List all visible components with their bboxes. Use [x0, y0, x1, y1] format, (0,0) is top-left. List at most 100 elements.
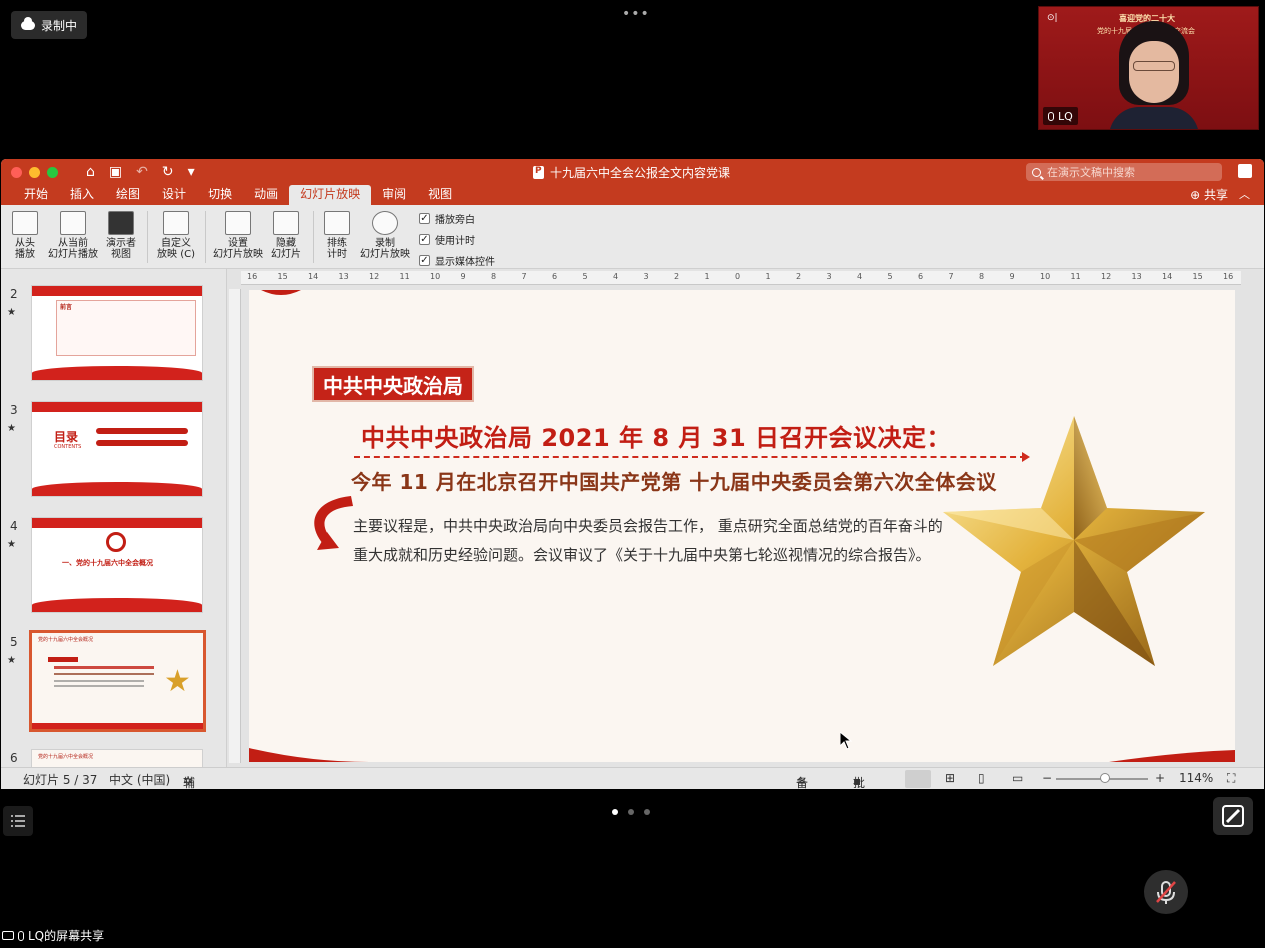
tab-transitions[interactable]: 切换	[197, 185, 243, 205]
slide-tag[interactable]: 中共中央政治局	[312, 366, 474, 402]
hide-slide-button[interactable]: 隐藏 幻灯片	[269, 211, 303, 260]
participants-list-button[interactable]	[3, 806, 33, 836]
ruler-tick-label: 4	[613, 272, 619, 281]
slide-thumbnail-2[interactable]: 前言	[31, 285, 203, 381]
maximize-window-button[interactable]	[47, 166, 58, 178]
recording-label: 录制中	[41, 18, 78, 33]
reading-view-icon[interactable]: ▯	[978, 771, 985, 785]
close-window-button[interactable]	[11, 166, 22, 178]
slide-heading[interactable]: 中共中央政治局 2021 年 8 月 31 日召开会议决定：	[361, 418, 951, 453]
vertical-ruler[interactable]	[229, 289, 241, 763]
slide-show-view-icon[interactable]: ▭	[1012, 771, 1023, 785]
window-title-text: 十九届六中全会公报全文内容党课	[550, 166, 731, 180]
custom-show-icon	[163, 211, 189, 235]
powerpoint-window: ⌂ ▣ ↶ ↻ ▾ 十九届六中全会公报全文内容党课 在演示文稿中搜索 开始 插入…	[1, 159, 1264, 789]
ruler-tick-label: 15	[277, 272, 288, 281]
slide-canvas[interactable]: 中共中央政治局 中共中央政治局 2021 年 8 月 31 日召开会议决定： 今…	[249, 290, 1235, 762]
participant-video[interactable]: ⊙| 喜迎党的二十大 党的十九届六中全会精神交流会 LQ	[1038, 6, 1259, 130]
slide-body-text[interactable]: 主要议程是，中共中央政治局向中央委员会报告工作， 重点研究全面总结党的百年奋斗的…	[353, 512, 953, 570]
window-controls	[11, 166, 58, 178]
annotate-button[interactable]	[1213, 797, 1253, 835]
ruler-tick-label: 12	[1101, 272, 1112, 281]
slide-thumbnail-3[interactable]: 目录 CONTENTS	[31, 401, 203, 497]
collapse-ribbon-icon[interactable]: ︿	[1239, 186, 1250, 202]
checkmark-icon: ✓	[419, 213, 430, 224]
microphone-icon	[1048, 111, 1054, 121]
slide-thumbnail-5[interactable]: 党的十九届六中全会概况 ★	[29, 630, 206, 732]
customize-toolbar-icon[interactable]: ▾	[188, 164, 195, 180]
tab-animations[interactable]: 动画	[243, 185, 289, 205]
slide-thumbnail-4[interactable]: 一、党的十九届六中全会概况	[31, 517, 203, 613]
undo-icon[interactable]: ↶	[136, 164, 148, 180]
animation-star-icon: ★	[7, 307, 16, 318]
animation-star-icon: ★	[7, 539, 16, 550]
horizontal-ruler[interactable]: 16 15 14 13 12 11 10 9 8 7 6 5 4 3 2 1 0 1 2 3 4 5 6 7 8 9 10 11 12 1…	[241, 271, 1241, 285]
slide-thumbnails-pane[interactable]: 2 ★ 前言 3 ★ 目录 CONTENTS 4 ★ 一、党的十九届六中全会概况…	[1, 269, 227, 767]
share-button[interactable]: ⊕ 共享	[1190, 186, 1228, 203]
presenter-view-button[interactable]: 演示者 视图	[103, 211, 139, 260]
slide-count[interactable]: 幻灯片 5 / 37	[23, 771, 97, 788]
page-indicator[interactable]	[612, 809, 650, 815]
dashed-arrow-line	[354, 456, 1026, 458]
thumbnail-title: 一、党的十九届六中全会概况	[62, 559, 153, 567]
ruler-tick-label: 10	[430, 272, 441, 281]
tab-slide-show[interactable]: 幻灯片放映	[289, 185, 372, 205]
from-start-button[interactable]: 从头 播放	[11, 211, 39, 260]
use-timings-checkbox[interactable]: ✓ 使用计时	[419, 232, 475, 247]
page-dot[interactable]	[612, 809, 618, 815]
ruler-tick-label: 3	[643, 272, 649, 281]
record-slide-show-button[interactable]: 录制 幻灯片放映	[358, 211, 412, 260]
slide-sorter-view-icon[interactable]: ⊞	[945, 771, 955, 785]
ruler-tick-label: 1	[704, 272, 710, 281]
status-bar: 幻灯片 5 / 37 中文 (中国) ✲ 辅助功能: 调查 ≐ 备注 ▪ 批注 …	[1, 767, 1264, 789]
ruler-tick-label: 11	[1070, 272, 1081, 281]
ruler-tick-label: 1	[765, 272, 771, 281]
home-icon[interactable]: ⌂	[86, 164, 95, 180]
fit-to-window-icon[interactable]: ⛶	[1227, 771, 1235, 786]
page-dot[interactable]	[644, 809, 650, 815]
ruler-tick-label: 7	[521, 272, 527, 281]
feedback-icon[interactable]	[1238, 164, 1252, 178]
ruler-tick-label: 8	[979, 272, 985, 281]
play-from-current-icon	[60, 211, 86, 235]
rehearse-timings-button[interactable]: 排练 计时	[321, 211, 353, 260]
minimize-window-button[interactable]	[29, 166, 40, 178]
tab-review[interactable]: 审阅	[371, 185, 417, 205]
slide-thumbnail-6[interactable]: 党的十九届六中全会概况	[31, 749, 203, 767]
more-options-button[interactable]: •••	[622, 6, 650, 22]
share-label-text: LQ的屏幕共享	[28, 929, 105, 943]
zoom-in-button[interactable]: +	[1155, 771, 1165, 785]
tab-insert[interactable]: 插入	[59, 185, 105, 205]
thumbnail-title: 党的十九届六中全会概况	[38, 754, 94, 760]
tab-draw[interactable]: 绘图	[105, 185, 151, 205]
zoom-level[interactable]: 114%	[1179, 771, 1213, 785]
document-search-input[interactable]: 在演示文稿中搜索	[1026, 163, 1222, 181]
tab-view[interactable]: 视图	[417, 185, 463, 205]
language[interactable]: 中文 (中国)	[109, 771, 170, 788]
ruler-tick-label: 9	[460, 272, 466, 281]
slide-subheading[interactable]: 今年 11 月在北京召开中国共产党第 十九届中央委员会第六次全体会议	[351, 466, 997, 495]
microphone-mute-button[interactable]	[1144, 870, 1188, 914]
participant-name-tag: LQ	[1043, 107, 1078, 125]
play-from-start-icon	[12, 211, 38, 235]
recording-badge[interactable]: 录制中	[11, 11, 88, 39]
normal-view-button[interactable]	[905, 770, 931, 788]
play-narrations-checkbox[interactable]: ✓ 播放旁白	[419, 211, 475, 226]
zoom-slider-handle[interactable]	[1100, 773, 1110, 783]
slide-number: 4	[10, 519, 18, 533]
show-media-controls-checkbox[interactable]: ✓ 显示媒体控件	[419, 253, 495, 268]
tab-design[interactable]: 设计	[151, 185, 197, 205]
save-icon[interactable]: ▣	[109, 164, 122, 180]
redo-icon[interactable]: ↻	[162, 164, 174, 180]
custom-show-button[interactable]: 自定义 放映 (C)	[154, 211, 198, 260]
ruler-tick-label: 6	[552, 272, 558, 281]
ruler-tick-label: 6	[918, 272, 924, 281]
zoom-out-button[interactable]: −	[1042, 771, 1052, 785]
ruler-tick-label: 11	[399, 272, 410, 281]
setup-slide-show-button[interactable]: 设置 幻灯片放映	[212, 211, 264, 260]
animation-star-icon: ★	[7, 655, 16, 666]
page-dot[interactable]	[628, 809, 634, 815]
tab-home[interactable]: 开始	[13, 185, 59, 205]
rehearse-timings-icon	[324, 211, 350, 235]
from-current-button[interactable]: 从当前 幻灯片播放	[47, 211, 99, 260]
